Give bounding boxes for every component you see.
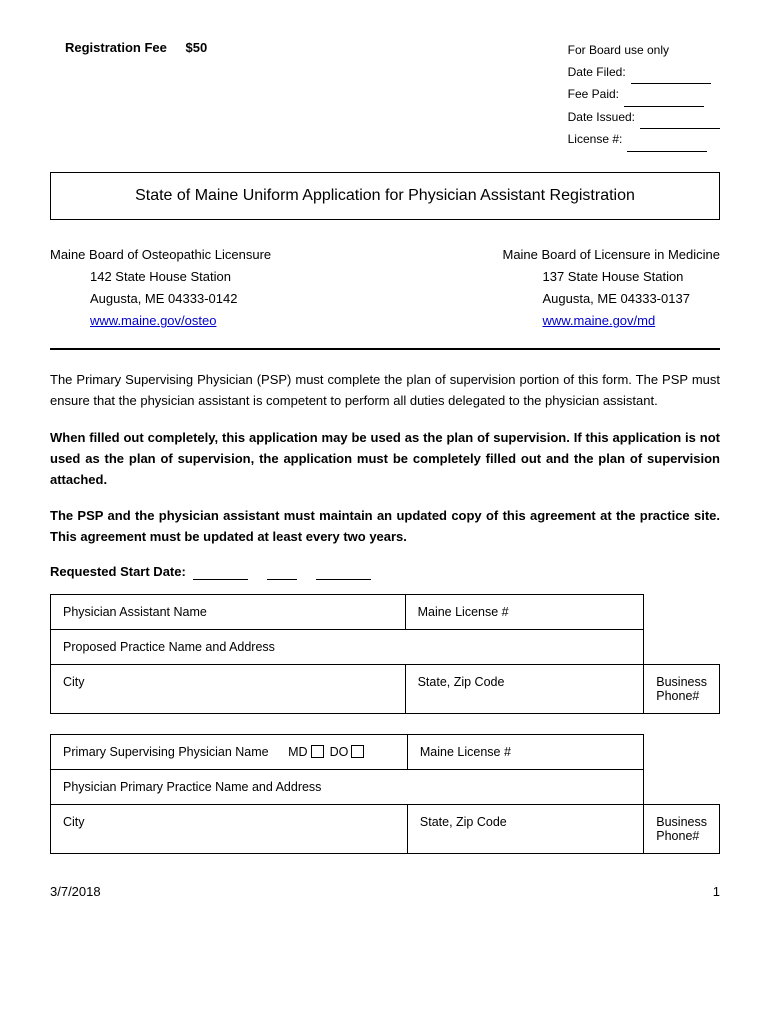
pa-city-cell: City	[51, 664, 406, 713]
pa-state-zip-cell: State, Zip Code	[405, 664, 644, 713]
license-line: License #:	[568, 129, 720, 152]
md-do-group: MD DO	[288, 745, 364, 759]
psp-license-cell: Maine License #	[407, 734, 643, 769]
start-date-day	[267, 564, 297, 580]
psp-row2: Physician Primary Practice Name and Addr…	[51, 769, 720, 804]
md-checkbox[interactable]	[311, 745, 324, 758]
footer-date: 3/7/2018	[50, 884, 101, 899]
right-address: Maine Board of Licensure in Medicine 137…	[502, 244, 720, 332]
md-checkbox-label: MD	[288, 745, 323, 759]
left-address-line2: Augusta, ME 04333-0142	[50, 288, 271, 310]
date-filed-field	[631, 62, 711, 85]
pa-row2: Proposed Practice Name and Address	[51, 629, 720, 664]
reg-fee-label: Registration Fee	[65, 40, 167, 55]
pa-license-cell: Maine License #	[405, 594, 644, 629]
pa-table: Physician Assistant Name Maine License #…	[50, 594, 720, 714]
left-url[interactable]: www.maine.gov/osteo	[50, 310, 271, 332]
divider	[50, 348, 720, 350]
psp-row1: Primary Supervising Physician Name MD DO…	[51, 734, 720, 769]
psp-table: Primary Supervising Physician Name MD DO…	[50, 734, 720, 854]
start-date-label: Requested Start Date:	[50, 564, 186, 579]
footer: 3/7/2018 1	[50, 884, 720, 899]
left-address-line1: 142 State House Station	[50, 266, 271, 288]
date-issued-label: Date Issued:	[568, 107, 635, 130]
right-org-name: Maine Board of Licensure in Medicine	[502, 244, 720, 266]
footer-page: 1	[713, 884, 720, 899]
body-para3: The PSP and the physician assistant must…	[50, 506, 720, 548]
body-para1: The Primary Supervising Physician (PSP) …	[50, 370, 720, 412]
psp-name-cell: Primary Supervising Physician Name MD DO	[51, 734, 408, 769]
pa-phone-cell: Business Phone#	[644, 664, 720, 713]
pa-row1: Physician Assistant Name Maine License #	[51, 594, 720, 629]
psp-city-cell: City	[51, 804, 408, 853]
fee-paid-line: Fee Paid:	[568, 84, 720, 107]
start-date: Requested Start Date:	[50, 564, 720, 580]
pa-row3: City State, Zip Code Business Phone#	[51, 664, 720, 713]
reg-fee-value: $50	[185, 40, 207, 55]
right-address-line2: Augusta, ME 04333-0137	[502, 288, 720, 310]
fee-paid-field	[624, 84, 704, 107]
license-field	[627, 129, 707, 152]
left-org-name: Maine Board of Osteopathic Licensure	[50, 244, 271, 266]
form-title: State of Maine Uniform Application for P…	[50, 172, 720, 220]
registration-fee: Registration Fee $50	[50, 40, 207, 152]
pa-address-cell: Proposed Practice Name and Address	[51, 629, 644, 664]
right-address-line1: 137 State House Station	[502, 266, 720, 288]
left-address: Maine Board of Osteopathic Licensure 142…	[50, 244, 271, 332]
do-checkbox-label: DO	[330, 745, 365, 759]
start-date-month	[193, 564, 248, 580]
board-use-title: For Board use only	[568, 40, 720, 62]
date-issued-line: Date Issued:	[568, 107, 720, 130]
fee-paid-label: Fee Paid:	[568, 84, 619, 107]
pa-name-cell: Physician Assistant Name	[51, 594, 406, 629]
addresses-section: Maine Board of Osteopathic Licensure 142…	[50, 244, 720, 332]
license-label: License #:	[568, 129, 623, 152]
start-date-year	[316, 564, 371, 580]
psp-address-cell: Physician Primary Practice Name and Addr…	[51, 769, 644, 804]
date-filed-line: Date Filed:	[568, 62, 720, 85]
body-para2: When filled out completely, this applica…	[50, 428, 720, 490]
psp-row3: City State, Zip Code Business Phone#	[51, 804, 720, 853]
date-issued-field	[640, 107, 720, 130]
psp-phone-cell: Business Phone#	[644, 804, 720, 853]
top-section: Registration Fee $50 For Board use only …	[50, 40, 720, 152]
psp-state-zip-cell: State, Zip Code	[407, 804, 643, 853]
right-url[interactable]: www.maine.gov/md	[502, 310, 720, 332]
do-checkbox[interactable]	[351, 745, 364, 758]
board-use-section: For Board use only Date Filed: Fee Paid:…	[568, 40, 720, 152]
date-filed-label: Date Filed:	[568, 62, 626, 85]
